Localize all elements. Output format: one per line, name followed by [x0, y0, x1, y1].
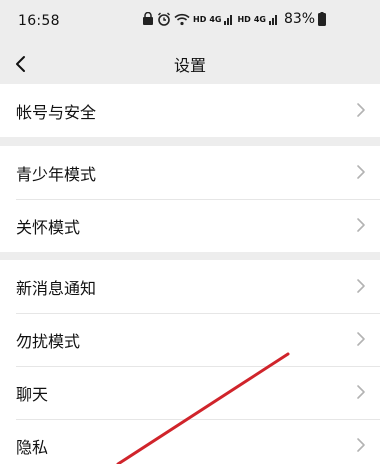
settings-item-label: 青少年模式 [16, 164, 97, 184]
page-title: 设置 [173, 56, 206, 75]
group-modes: 青少年模式 关怀模式 [0, 146, 380, 252]
chevron-right-icon [357, 165, 365, 179]
settings-item-label: 帐号与安全 [16, 102, 97, 122]
chevron-right-icon [357, 385, 365, 399]
settings-item-care-mode[interactable]: 关怀模式 [0, 199, 380, 252]
signal-label-2: 4G [253, 14, 266, 24]
settings-item-privacy[interactable]: 隐私 [0, 419, 380, 472]
chevron-right-icon [357, 218, 365, 232]
chevron-right-icon [357, 103, 365, 117]
settings-item-label: 新消息通知 [16, 278, 97, 298]
signal-label-1: 4G [209, 14, 222, 24]
alarm-icon [157, 12, 171, 26]
status-icons: HD 4G HD 4G 83% [142, 11, 327, 27]
hd-label-1: HD [193, 14, 207, 24]
settings-item-youth-mode[interactable]: 青少年模式 [0, 146, 380, 199]
battery-icon [318, 12, 327, 26]
settings-item-do-not-disturb[interactable]: 勿扰模式 [0, 313, 380, 366]
settings-item-new-message-notification[interactable]: 新消息通知 [0, 260, 380, 313]
wifi-icon [174, 13, 190, 26]
settings-item-label: 聊天 [16, 384, 49, 404]
group-account: 帐号与安全 [0, 84, 380, 137]
settings-item-account-security[interactable]: 帐号与安全 [0, 84, 380, 137]
lock-notification-icon [142, 12, 154, 26]
group-messages: 新消息通知 勿扰模式 聊天 隐私 [0, 260, 380, 472]
battery-percent: 83% [283, 11, 316, 27]
signal-bars-icon [268, 13, 279, 25]
settings-item-label: 勿扰模式 [16, 331, 81, 351]
chevron-right-icon [357, 332, 365, 346]
nav-bar: 设置 [0, 44, 380, 84]
settings-item-label: 关怀模式 [16, 217, 81, 237]
status-time: 16:58 [18, 13, 60, 29]
settings-item-chat[interactable]: 聊天 [0, 366, 380, 419]
signal-bars-icon [224, 13, 234, 25]
chevron-right-icon [357, 438, 365, 452]
chevron-right-icon [357, 279, 365, 293]
status-bar: 16:58 HD 4G HD 4G 83% [0, 0, 380, 44]
hd-label-2: HD [237, 14, 251, 24]
settings-item-label: 隐私 [16, 437, 49, 457]
